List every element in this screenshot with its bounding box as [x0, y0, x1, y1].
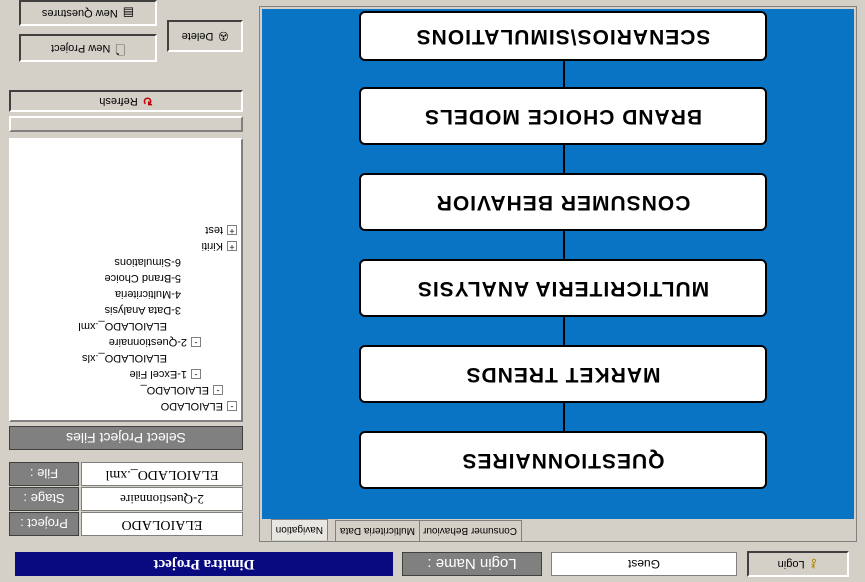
- flow-step-consumer-behavior[interactable]: CONSUMER BEHAVIOR: [359, 173, 767, 231]
- flow-step-questionnaires[interactable]: QUESTIONNAIRES: [359, 431, 767, 489]
- flow-step-scenarios-simulations[interactable]: SCENARIOS\SIMULATIONS: [359, 11, 767, 61]
- expand-toggle-icon[interactable]: +: [227, 225, 237, 236]
- project-value: ELAIOLADO: [81, 512, 243, 536]
- tree-item[interactable]: ELAIOLADO_.xml: [78, 318, 167, 334]
- collapse-toggle-icon[interactable]: -: [227, 401, 237, 412]
- login-name-value: Guest: [628, 557, 661, 571]
- stage-label: Stage :: [9, 487, 79, 511]
- project-label: Project :: [9, 512, 79, 536]
- new-project-button[interactable]: 🗋 New Project: [19, 34, 157, 62]
- collapse-toggle-icon[interactable]: -: [191, 369, 201, 380]
- file-value: ELAIOLADO_.xml: [81, 462, 243, 486]
- flow-canvas: QUESTIONNAIRES MARKET TRENDS MULTICRITER…: [262, 9, 854, 519]
- path-bar: [9, 116, 243, 132]
- login-button[interactable]: ⚷ Login: [747, 551, 849, 577]
- status-bar: ⚷ Login Guest Login Name : Dimitra Proje…: [0, 546, 865, 582]
- collapse-toggle-icon[interactable]: -: [213, 385, 223, 396]
- tab-navigation[interactable]: Navigation: [270, 519, 328, 541]
- side-panel: Project : ELAIOLADO Stage : 2-Questionna…: [0, 0, 253, 542]
- refresh-icon: ↻: [142, 94, 153, 108]
- new-questionnaire-button[interactable]: ▤ New Questnres: [19, 0, 157, 26]
- tree-item[interactable]: - ELAIOLADO_: [141, 382, 223, 398]
- project-title-bar: Dimitra Project: [15, 552, 393, 576]
- collapse-toggle-icon[interactable]: -: [191, 337, 201, 348]
- project-title: Dimitra Project: [153, 556, 255, 573]
- tree-item[interactable]: 6-Simulations: [114, 254, 181, 270]
- tree-item[interactable]: 4-Multicriteria: [115, 286, 181, 302]
- tree-item[interactable]: -2-Questionnaire: [109, 334, 201, 350]
- expand-toggle-icon[interactable]: +: [227, 241, 237, 252]
- flow-step-brand-choice-models[interactable]: BRAND CHOICE MODELS: [359, 87, 767, 145]
- tree-item[interactable]: -1-Excel File: [130, 366, 201, 382]
- flow-arrow: [563, 231, 565, 259]
- stage-value: 2-Questionnaire: [81, 487, 243, 511]
- tree-item[interactable]: + Kiriti: [202, 238, 237, 254]
- flow-step-multicriteria-analysis[interactable]: MULTICRITERIA ANALYSIS: [359, 259, 767, 317]
- delete-button[interactable]: ✇ Delete: [167, 20, 243, 52]
- tree-item[interactable]: 3-Data Analysis: [105, 302, 181, 318]
- application-window: ⚷ Login Guest Login Name : Dimitra Proje…: [0, 0, 865, 582]
- form-icon: ▤: [122, 6, 135, 20]
- tab-multicriteria-data[interactable]: Multicriteria Data: [334, 520, 420, 541]
- refresh-button[interactable]: ↻ Refresh: [9, 90, 243, 112]
- flow-arrow: [563, 403, 565, 431]
- tab-strip: Consumer Behaviour Multicriteria Data Na…: [260, 519, 856, 541]
- flow-arrow: [563, 61, 565, 87]
- file-label: File :: [9, 462, 79, 486]
- tree-item[interactable]: - ELAIOLADO: [161, 398, 237, 414]
- login-button-label: Login: [777, 558, 805, 570]
- select-project-files-header: Select Project Files: [9, 426, 243, 450]
- tree-item[interactable]: 5-Brand Choice: [105, 270, 181, 286]
- key-icon: ⚷: [809, 557, 819, 571]
- flow-step-market-trends[interactable]: MARKET TRENDS: [359, 345, 767, 403]
- tree-item[interactable]: ELAIOLADO_.xls: [82, 350, 167, 366]
- login-name-field[interactable]: Guest: [551, 552, 737, 576]
- tab-consumer-behaviour[interactable]: Consumer Behaviour: [418, 520, 522, 541]
- navigation-panel: Consumer Behaviour Multicriteria Data Na…: [259, 6, 857, 542]
- tree-item[interactable]: + test: [205, 222, 237, 238]
- login-name-label: Login Name :: [402, 552, 542, 576]
- project-tree[interactable]: - ELAIOLADO - ELAIOLADO_ -1-Excel File ELA…: [9, 138, 243, 422]
- flow-arrow: [563, 145, 565, 173]
- document-icon: 🗋: [115, 42, 125, 57]
- flow-arrow: [563, 317, 565, 345]
- delete-icon: ✇: [218, 29, 229, 43]
